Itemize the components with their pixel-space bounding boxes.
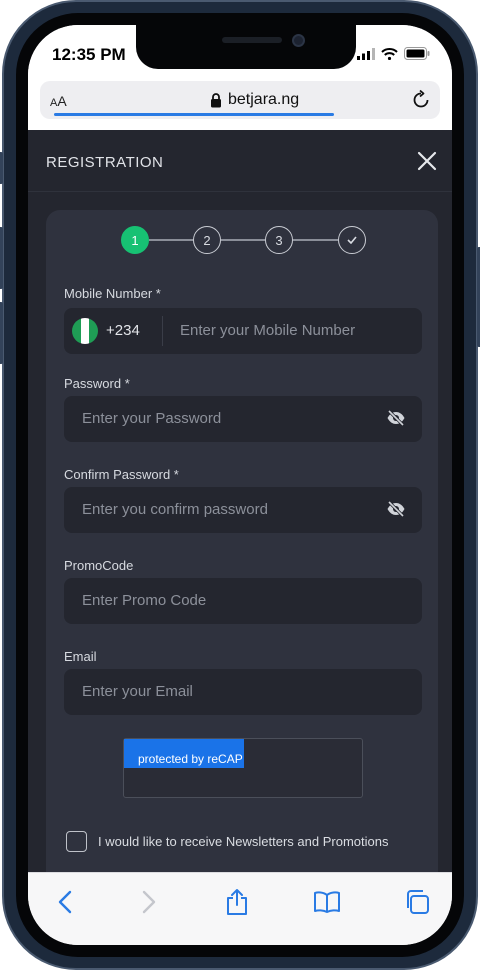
reload-icon	[413, 89, 429, 108]
registration-form: 1 2 3 Mobile Number * +234 Enter your Mo…	[46, 210, 438, 872]
promo-code-placeholder: Enter Promo Code	[82, 592, 207, 609]
url-text: betjara.ng	[228, 91, 300, 108]
status-bar: 12:35 PM	[28, 25, 452, 81]
field-divider	[162, 316, 163, 346]
forward-button[interactable]	[134, 887, 164, 917]
email-field[interactable]: Enter your Email	[64, 669, 422, 715]
system-icons	[357, 47, 430, 60]
speaker-grille	[222, 37, 282, 43]
tabs-icon	[407, 890, 429, 914]
promo-code-label: PromoCode	[64, 558, 134, 573]
battery-icon	[404, 47, 430, 60]
page-title: REGISTRATION	[46, 154, 164, 171]
volume-up-button	[0, 227, 3, 289]
browser-toolbar	[28, 872, 452, 945]
tabs-button[interactable]	[402, 887, 432, 917]
email-placeholder: Enter your Email	[82, 683, 193, 700]
newsletter-checkbox[interactable]	[66, 831, 87, 852]
promo-code-field[interactable]: Enter Promo Code	[64, 578, 422, 624]
close-icon	[417, 151, 437, 171]
back-button[interactable]	[50, 887, 80, 917]
step-2: 2	[193, 226, 221, 254]
eye-slash-icon	[387, 500, 405, 518]
toggle-password-visibility[interactable]	[386, 409, 406, 431]
share-icon	[227, 889, 247, 915]
password-placeholder: Enter your Password	[82, 410, 222, 427]
step-complete	[338, 226, 366, 254]
registration-header: REGISTRATION	[28, 130, 452, 192]
signal-icon	[357, 47, 375, 60]
volume-down-button	[0, 302, 3, 364]
mute-switch	[0, 152, 3, 184]
bezel: 12:35 PM AA betjara.ng REGISTRATION 1 2 …	[16, 13, 464, 957]
recaptcha-widget[interactable]: protected by reCAP	[123, 738, 363, 798]
country-dial-code[interactable]: +234	[106, 322, 140, 339]
text-size-button[interactable]: AA	[50, 93, 67, 109]
chevron-right-icon	[142, 890, 156, 914]
bookmarks-button[interactable]	[312, 887, 342, 917]
password-field[interactable]: Enter your Password	[64, 396, 422, 442]
step-connector	[293, 239, 338, 241]
nigeria-flag-icon	[72, 318, 98, 344]
step-1: 1	[121, 226, 149, 254]
text-size-large-a: A	[57, 93, 67, 109]
mobile-label: Mobile Number *	[64, 286, 161, 301]
confirm-password-label: Confirm Password *	[64, 467, 179, 482]
newsletter-label[interactable]: I would like to receive Newsletters and …	[98, 834, 388, 849]
confirm-password-field[interactable]: Enter you confirm password	[64, 487, 422, 533]
step-connector	[221, 239, 265, 241]
wifi-icon	[381, 47, 398, 60]
mobile-placeholder: Enter your Mobile Number	[180, 322, 356, 339]
book-icon	[314, 891, 340, 913]
web-content: REGISTRATION 1 2 3 Mobile Number * +234 …	[28, 130, 452, 872]
mobile-number-field[interactable]: +234 Enter your Mobile Number	[64, 308, 422, 354]
check-icon	[347, 236, 357, 244]
email-label: Email	[64, 649, 97, 664]
reload-button[interactable]	[410, 89, 432, 116]
front-camera	[292, 34, 305, 47]
phone-frame: 12:35 PM AA betjara.ng REGISTRATION 1 2 …	[0, 0, 480, 970]
lock-icon	[211, 92, 221, 107]
notch	[136, 25, 356, 69]
url-display[interactable]: betjara.ng	[210, 91, 299, 109]
confirm-password-placeholder: Enter you confirm password	[82, 501, 268, 518]
step-connector	[149, 239, 193, 241]
eye-slash-icon	[387, 409, 405, 427]
toggle-confirm-password-visibility[interactable]	[386, 500, 406, 522]
share-button[interactable]	[222, 887, 252, 917]
recaptcha-badge: protected by reCAP	[124, 739, 244, 768]
password-label: Password *	[64, 376, 130, 391]
step-indicator: 1 2 3	[121, 226, 366, 254]
close-button[interactable]	[416, 150, 438, 172]
step-3: 3	[265, 226, 293, 254]
chevron-left-icon	[58, 890, 72, 914]
status-time: 12:35 PM	[52, 45, 126, 64]
screen: 12:35 PM AA betjara.ng REGISTRATION 1 2 …	[28, 25, 452, 945]
address-bar[interactable]: AA betjara.ng	[40, 81, 440, 119]
page-load-progress	[54, 113, 334, 116]
browser-address-area: AA betjara.ng	[28, 81, 452, 131]
